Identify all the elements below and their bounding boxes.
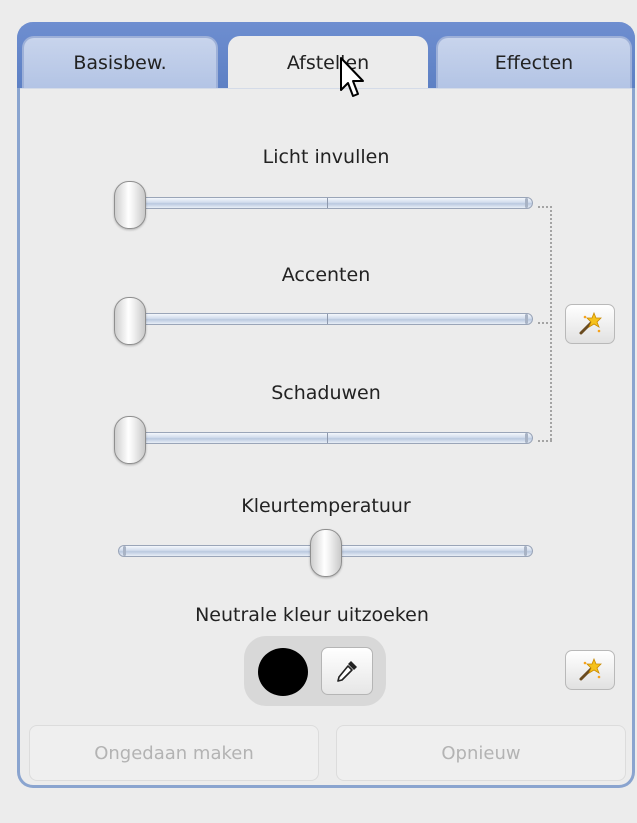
tab-effects-label: Effecten — [494, 52, 574, 74]
highlights-slider-thumb[interactable] — [114, 297, 146, 345]
group-bracket-bottom — [538, 440, 552, 442]
color-temperature-slider-thumb[interactable] — [310, 529, 342, 577]
tab-divider — [20, 88, 632, 89]
slider-end-cap — [525, 314, 528, 324]
slider-end-cap — [525, 198, 528, 208]
tab-effects[interactable]: Effecten — [436, 36, 632, 88]
eyedropper-button[interactable] — [321, 647, 373, 695]
neutral-color-label: Neutrale kleur uitzoeken — [195, 604, 429, 626]
magic-wand-icon — [579, 311, 602, 335]
shadows-slider-thumb[interactable] — [114, 416, 146, 464]
slider-end-cap — [525, 433, 528, 443]
undo-button[interactable]: Ongedaan maken — [29, 725, 319, 781]
slider-center-tick — [327, 314, 328, 324]
eyedropper-icon — [337, 661, 357, 682]
tab-adjust[interactable]: Afstellen — [228, 36, 428, 88]
group-bracket-mid — [538, 322, 552, 324]
fill-light-label: Licht invullen — [262, 146, 390, 168]
auto-color-button[interactable] — [565, 650, 615, 690]
fill-light-slider-thumb[interactable] — [114, 181, 146, 229]
slider-center-tick — [327, 198, 328, 208]
auto-lighting-button[interactable] — [565, 304, 615, 344]
magic-wand-icon — [579, 657, 602, 681]
undo-button-label: Ongedaan maken — [94, 742, 254, 764]
slider-start-cap — [123, 546, 126, 556]
shadows-slider-track[interactable] — [130, 432, 533, 444]
highlights-label: Accenten — [281, 264, 371, 286]
redo-button[interactable]: Opnieuw — [336, 725, 626, 781]
tab-basic[interactable]: Basisbew. — [22, 36, 218, 88]
redo-button-label: Opnieuw — [441, 742, 521, 764]
slider-center-tick — [327, 433, 328, 443]
color-temperature-label: Kleurtemperatuur — [241, 495, 411, 517]
fill-light-slider-track[interactable] — [130, 197, 533, 209]
slider-end-cap — [524, 546, 527, 556]
tab-basic-label: Basisbew. — [73, 52, 167, 74]
mouse-pointer-icon — [340, 57, 364, 97]
shadows-label: Schaduwen — [271, 382, 381, 404]
neutral-color-swatch[interactable] — [258, 648, 308, 696]
highlights-slider-track[interactable] — [130, 313, 533, 325]
